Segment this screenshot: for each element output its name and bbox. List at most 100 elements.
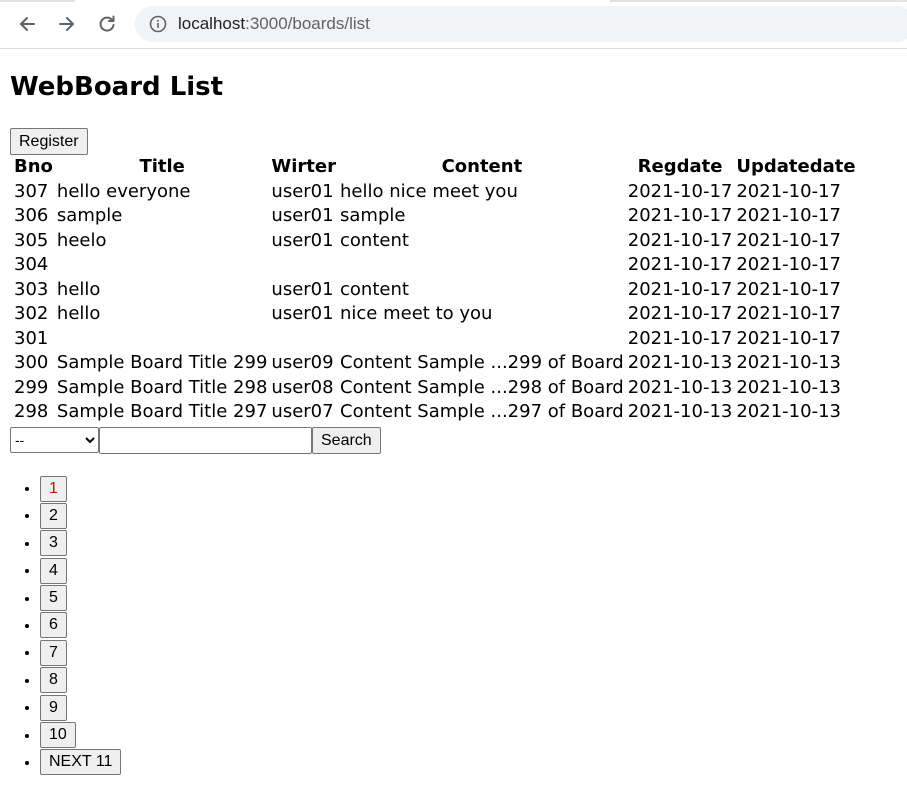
table-row[interactable]: 301 2021-10-17 2021-10-17 <box>13 327 857 352</box>
page-10-button[interactable]: 10 <box>40 722 76 749</box>
table-header-row: Bno Title Wirter Content Regdate Updated… <box>13 155 857 180</box>
page-6-button[interactable]: 6 <box>40 612 67 639</box>
cell-title: sample <box>56 205 123 226</box>
cell-title: Sample Board Title 298 <box>56 376 268 398</box>
cell-regdate: 2021-10-17 <box>627 278 733 300</box>
column-header-content: Content <box>441 156 523 177</box>
table-row[interactable]: 300 Sample Board Title 299 user09 Content S… <box>13 351 857 376</box>
cell-updatedate: 2021-10-17 <box>736 327 841 349</box>
cell-updatedate: 2021-10-17 <box>736 229 841 251</box>
cell-updatedate: 2021-10-17 <box>736 180 841 202</box>
cell-bno: 301 <box>14 327 49 349</box>
pagination-item: 2 <box>40 501 121 529</box>
forward-arrow-icon[interactable] <box>53 10 81 38</box>
search-button[interactable]: Search <box>312 427 381 454</box>
info-icon[interactable] <box>149 15 167 33</box>
cell-content <box>339 327 625 352</box>
cell-writer: user01 <box>271 229 334 251</box>
page-9-button[interactable]: 9 <box>40 694 67 721</box>
column-header-title: Title <box>139 156 185 177</box>
pagination-item: 3 <box>40 529 121 557</box>
page-5-button[interactable]: 5 <box>40 585 67 612</box>
url-path: :3000/boards/list <box>245 14 370 33</box>
tab-strip-edge <box>0 0 75 2</box>
cell-content: content <box>340 278 409 300</box>
next-page-button[interactable]: NEXT 11 <box>40 749 122 776</box>
pagination-item: 7 <box>40 638 121 666</box>
cell-writer: user09 <box>271 352 334 373</box>
pagination-item: 10 <box>40 721 121 749</box>
reload-icon[interactable] <box>93 10 121 38</box>
page-title: WebBoard List <box>10 72 224 102</box>
cell-writer: user01 <box>271 303 334 324</box>
cell-title <box>56 327 269 352</box>
tab-strip-edge <box>610 0 907 2</box>
page-3-button[interactable]: 3 <box>40 530 67 557</box>
cell-writer: user01 <box>271 205 334 226</box>
pagination: 12345678910NEXT 11 <box>0 474 122 776</box>
table-row[interactable]: 303 hello user01 content 2021-10-17 2021-10-1… <box>13 278 857 303</box>
page-7-button[interactable]: 7 <box>40 639 67 666</box>
address-bar[interactable]: localhost:3000/boards/list <box>135 6 907 42</box>
cell-updatedate: 2021-10-13 <box>736 376 841 398</box>
pagination-item: 4 <box>40 556 121 584</box>
cell-content: hello nice meet you <box>340 180 518 202</box>
page-4-button[interactable]: 4 <box>40 557 67 584</box>
cell-title: Sample Board Title 299 <box>56 352 268 373</box>
cell-writer: user07 <box>271 401 334 422</box>
pagination-item: 9 <box>40 693 121 721</box>
cell-content: Content Sample ...298 of Board <box>340 376 624 398</box>
cell-updatedate: 2021-10-13 <box>736 401 841 422</box>
cell-title: heelo <box>56 229 107 251</box>
cell-regdate: 2021-10-17 <box>627 327 733 349</box>
search-keyword-input[interactable] <box>99 427 312 454</box>
cell-updatedate: 2021-10-17 <box>736 278 841 300</box>
cell-bno: 302 <box>14 303 49 324</box>
cell-regdate: 2021-10-13 <box>627 401 733 422</box>
url-text[interactable]: localhost:3000/boards/list <box>178 14 370 34</box>
cell-title: hello <box>56 303 101 324</box>
table-row[interactable]: 298 Sample Board Title 297 user07 Content S… <box>13 400 857 425</box>
table-row[interactable]: 302 hello user01 nice meet to you 2021-10-17… <box>13 302 857 327</box>
cell-bno: 306 <box>14 205 49 226</box>
cell-regdate: 2021-10-13 <box>627 376 733 398</box>
table-row[interactable]: 299 Sample Board Title 298 user08 Content S… <box>13 376 857 401</box>
cell-bno: 300 <box>14 352 49 373</box>
register-button[interactable]: Register <box>10 128 88 155</box>
pagination-item: NEXT 11 <box>40 748 122 776</box>
page-8-button[interactable]: 8 <box>40 667 67 694</box>
back-arrow-icon[interactable] <box>13 10 41 38</box>
cell-bno: 299 <box>14 376 49 398</box>
table-row[interactable]: 304 2021-10-17 2021-10-17 <box>13 253 857 278</box>
cell-updatedate: 2021-10-17 <box>736 303 841 324</box>
cell-bno: 304 <box>14 254 49 275</box>
cell-title: hello everyone <box>56 180 191 202</box>
table-row[interactable]: 305 heelo user01 content 2021-10-17 2021-10-1… <box>13 229 857 254</box>
cell-bno: 298 <box>14 401 49 422</box>
page-2-button[interactable]: 2 <box>40 502 67 529</box>
cell-writer <box>270 253 337 278</box>
cell-content: Content Sample ...297 of Board <box>340 401 624 422</box>
cell-content: Content Sample ...299 of Board <box>340 352 624 373</box>
page-1-button[interactable]: 1 <box>40 475 67 502</box>
table-row[interactable]: 306 sample user01 sample 2021-10-17 2021-10-1… <box>13 204 857 229</box>
column-header-updatedate: Updatedate <box>736 156 856 177</box>
cell-title <box>56 253 269 278</box>
column-header-bno: Bno <box>14 156 53 177</box>
cell-regdate: 2021-10-17 <box>627 205 733 226</box>
pagination-item: 6 <box>40 611 121 639</box>
cell-regdate: 2021-10-17 <box>627 303 733 324</box>
cell-bno: 307 <box>14 180 49 202</box>
cell-content: sample <box>340 205 406 226</box>
search-type-select[interactable]: -- <box>10 427 99 453</box>
cell-bno: 303 <box>14 278 49 300</box>
cell-regdate: 2021-10-17 <box>627 229 733 251</box>
column-header-writer: Wirter <box>271 156 336 177</box>
pagination-item: 1 <box>40 474 121 502</box>
pagination-item: 5 <box>40 584 121 612</box>
cell-regdate: 2021-10-17 <box>627 254 733 275</box>
column-header-regdate: Regdate <box>637 156 723 177</box>
cell-title: Sample Board Title 297 <box>56 401 268 422</box>
table-row[interactable]: 307 hello everyone user01 hello nice meet y… <box>13 180 857 205</box>
cell-regdate: 2021-10-13 <box>627 352 733 373</box>
